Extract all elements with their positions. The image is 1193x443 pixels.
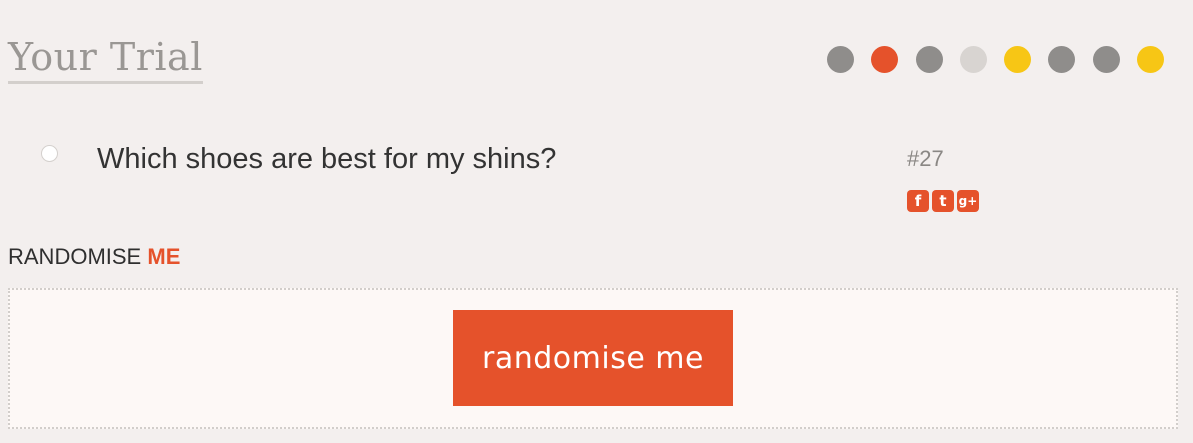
progress-dot[interactable] [1048, 46, 1076, 73]
progress-dot[interactable] [871, 46, 899, 73]
progress-dot[interactable] [1137, 46, 1165, 73]
google-plus-icon[interactable]: g+ [957, 190, 979, 212]
share-icons: f t g+ [907, 190, 982, 212]
question-number: #27 [907, 146, 944, 171]
randomise-heading-accent: ME [147, 244, 181, 269]
randomise-button[interactable]: randomise me [453, 310, 733, 406]
randomise-heading-prefix: RANDOMISE [8, 244, 142, 269]
progress-dot[interactable] [959, 46, 987, 73]
progress-dot[interactable] [915, 46, 943, 73]
facebook-icon[interactable]: f [907, 190, 929, 212]
question-text: Which shoes are best for my shins? [97, 143, 557, 175]
question-radio[interactable] [41, 145, 58, 162]
progress-dot[interactable] [1004, 46, 1032, 73]
page-title: Your Trial [8, 34, 203, 84]
twitter-icon[interactable]: t [932, 190, 954, 212]
randomise-heading: RANDOMISE ME [8, 244, 180, 270]
progress-dot[interactable] [827, 46, 854, 73]
progress-dot[interactable] [1092, 46, 1120, 73]
progress-dots [827, 46, 1181, 73]
